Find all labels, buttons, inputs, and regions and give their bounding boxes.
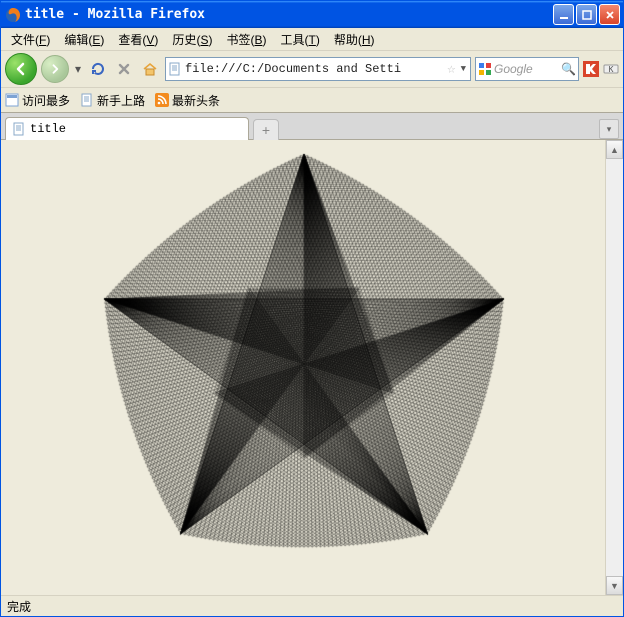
menu-tools[interactable]: 工具(T) xyxy=(274,29,325,50)
bookmark-label: 最新头条 xyxy=(172,92,220,109)
home-icon xyxy=(142,61,158,77)
virtual-keyboard-icon[interactable]: K xyxy=(603,61,619,77)
new-tab-button[interactable]: + xyxy=(253,119,279,140)
url-dropdown-icon[interactable]: ▼ xyxy=(459,64,468,74)
home-button[interactable] xyxy=(139,58,161,80)
scroll-track[interactable] xyxy=(606,159,623,576)
nav-toolbar: ▾ file:///C:/Documents and Setti ☆ ▼ Goo… xyxy=(1,51,623,88)
most-visited-icon xyxy=(5,93,19,107)
tab-strip: title + ▾ xyxy=(1,113,623,140)
page-viewport[interactable] xyxy=(1,140,606,595)
tab-label: title xyxy=(30,122,66,136)
url-text: file:///C:/Documents and Setti xyxy=(185,62,444,76)
bookmark-latest-headlines[interactable]: 最新头条 xyxy=(155,92,220,109)
window-buttons xyxy=(551,4,620,25)
stop-icon xyxy=(117,62,131,76)
url-bar[interactable]: file:///C:/Documents and Setti ☆ ▼ xyxy=(165,57,471,81)
minimize-button[interactable] xyxy=(553,4,574,25)
rss-icon xyxy=(155,93,169,107)
forward-button[interactable] xyxy=(41,55,69,83)
plus-icon: + xyxy=(262,122,270,138)
content-area: ▲ ▼ xyxy=(1,140,623,595)
reload-icon xyxy=(90,61,106,77)
status-text: 完成 xyxy=(7,598,31,615)
menu-view[interactable]: 查看(V) xyxy=(112,29,164,50)
search-bar[interactable]: Google 🔍 xyxy=(475,57,579,81)
svg-text:K: K xyxy=(609,65,614,74)
nav-history-dropdown[interactable]: ▾ xyxy=(73,54,83,84)
search-placeholder: Google xyxy=(492,62,561,76)
maximize-button[interactable] xyxy=(576,4,597,25)
menu-edit[interactable]: 编辑(E) xyxy=(58,29,110,50)
firefox-icon xyxy=(5,7,21,23)
back-button[interactable] xyxy=(5,53,37,85)
vertical-scrollbar[interactable]: ▲ ▼ xyxy=(605,140,623,595)
menu-history[interactable]: 历史(S) xyxy=(166,29,218,50)
tab-list-button[interactable]: ▾ xyxy=(599,119,619,139)
stop-button[interactable] xyxy=(113,58,135,80)
bookmark-getting-started[interactable]: 新手上路 xyxy=(80,92,145,109)
bookmark-label: 访问最多 xyxy=(22,92,70,109)
page-icon xyxy=(168,62,182,76)
status-bar: 完成 xyxy=(1,595,623,616)
bookmark-most-visited[interactable]: 访问最多 xyxy=(5,92,70,109)
canvas-art-pentagram xyxy=(24,146,584,586)
menu-help[interactable]: 帮助(H) xyxy=(328,29,381,50)
menu-file[interactable]: 文件(F) xyxy=(5,29,56,50)
titlebar[interactable]: title - Mozilla Firefox xyxy=(1,1,623,28)
bookmark-star-icon[interactable]: ☆ xyxy=(444,61,458,78)
kaspersky-icon[interactable] xyxy=(583,61,599,77)
page-icon xyxy=(80,93,94,107)
scroll-down-button[interactable]: ▼ xyxy=(606,576,623,595)
menubar: 文件(F) 编辑(E) 查看(V) 历史(S) 书签(B) 工具(T) 帮助(H… xyxy=(1,28,623,51)
close-button[interactable] xyxy=(599,4,620,25)
reload-button[interactable] xyxy=(87,58,109,80)
window-title: title - Mozilla Firefox xyxy=(25,7,551,22)
arrow-right-icon xyxy=(49,63,61,75)
firefox-window: title - Mozilla Firefox 文件(F) 编辑(E) 查看(V… xyxy=(0,0,624,617)
page-icon xyxy=(12,122,26,136)
tab-active[interactable]: title xyxy=(5,117,249,140)
bookmarks-toolbar: 访问最多 新手上路 最新头条 xyxy=(1,88,623,113)
menu-bookmarks[interactable]: 书签(B) xyxy=(220,29,272,50)
bookmark-label: 新手上路 xyxy=(97,92,145,109)
search-go-icon[interactable]: 🔍 xyxy=(561,62,576,76)
google-icon xyxy=(478,62,492,76)
scroll-up-button[interactable]: ▲ xyxy=(606,140,623,159)
arrow-left-icon xyxy=(13,61,29,77)
